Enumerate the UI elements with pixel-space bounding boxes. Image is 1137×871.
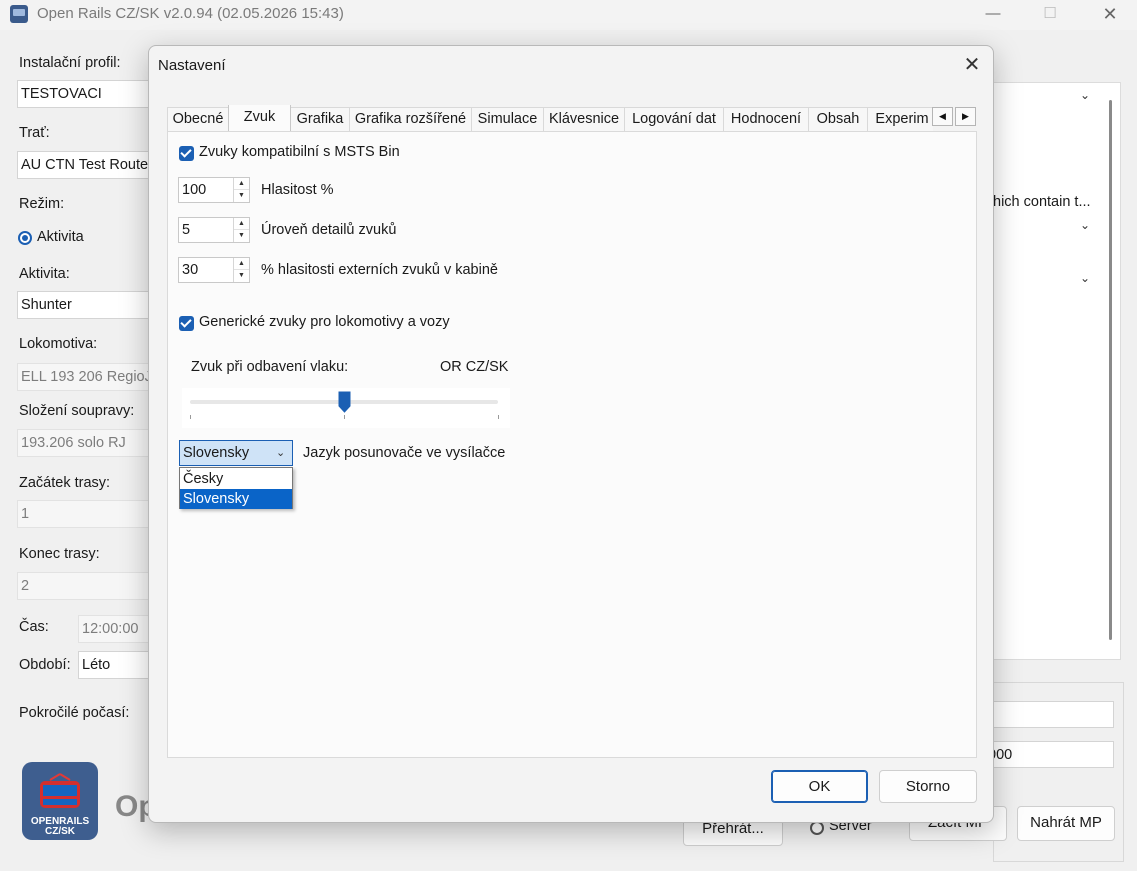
volume-stepper[interactable]: 100 ▲ ▼ — [178, 177, 250, 203]
tab-scroll-right-icon[interactable]: ▶ — [955, 107, 976, 126]
volume-value: 100 — [182, 182, 207, 198]
external-volume-label: % hlasitosti externích zvuků v kabině — [261, 262, 498, 278]
external-volume-value: 30 — [182, 262, 199, 278]
minimize-button[interactable]: — — [970, 2, 1016, 26]
ok-button[interactable]: OK — [771, 770, 868, 803]
spin-up-icon[interactable]: ▲ — [234, 178, 249, 190]
openrails-logo: OPENRAILS CZ/SK — [22, 762, 98, 840]
slider-tick — [190, 415, 191, 419]
msts-bin-label: Zvuky kompatibilní s MSTS Bin — [199, 144, 400, 160]
tab-experimental[interactable]: Experim — [867, 107, 933, 131]
tab-sound[interactable]: Zvuk — [228, 105, 291, 131]
spin-buttons: ▲ ▼ — [233, 218, 249, 242]
spin-down-icon[interactable]: ▼ — [234, 270, 249, 282]
spin-buttons: ▲ ▼ — [233, 258, 249, 282]
detail-value: 5 — [182, 222, 191, 238]
season-label: Období: — [19, 657, 71, 673]
weather-label: Pokročilé počasí: — [19, 705, 130, 721]
route-label: Trať: — [19, 125, 50, 141]
server-radio[interactable] — [810, 821, 824, 835]
slider-thumb[interactable] — [338, 391, 351, 413]
language-selected-value: Slovensky — [183, 445, 250, 461]
dispatch-sound-slider[interactable] — [182, 388, 510, 428]
tab-graphics-advanced[interactable]: Grafika rozšířené — [349, 107, 472, 131]
mp-host-field[interactable]: 000 — [984, 741, 1114, 768]
dispatcher-language-label: Jazyk posunovače ve vysílačce — [303, 445, 506, 461]
close-button[interactable]: ✕ — [1087, 2, 1133, 26]
spin-buttons: ▲ ▼ — [233, 178, 249, 202]
settings-dialog: Nastavení ✕ Obecné Zvuk Grafika Grafika … — [148, 45, 994, 823]
chevron-down-icon[interactable]: ⌄ — [276, 441, 285, 465]
tab-general[interactable]: Obecné — [167, 107, 229, 131]
dispatch-sound-label: Zvuk při odbavení vlaku: — [191, 359, 349, 375]
path-start-combo[interactable]: 1 — [17, 500, 157, 528]
dispatch-sound-value: OR CZ/SK — [440, 359, 509, 375]
mode-label: Režim: — [19, 196, 65, 212]
season-combo[interactable]: Léto — [78, 651, 158, 679]
detail-stepper[interactable]: 5 ▲ ▼ — [178, 217, 250, 243]
consist-label: Složení soupravy: — [19, 403, 135, 419]
language-dropdown-list: Česky Slovensky — [179, 467, 293, 509]
path-end-label: Konec trasy: — [19, 546, 100, 562]
install-profile-combo[interactable]: TESTOVACI — [17, 80, 157, 108]
dispatcher-language-select[interactable]: Slovensky ⌄ — [179, 440, 293, 466]
route-combo[interactable]: AU CTN Test Route — [17, 151, 157, 179]
description-panel — [993, 82, 1121, 660]
description-text: hich contain t... — [993, 194, 1091, 210]
path-end-combo[interactable]: 2 — [17, 572, 157, 600]
mode-activity-label: Aktivita — [37, 229, 84, 245]
install-profile-label: Instalační profil: — [19, 55, 121, 71]
path-start-label: Začátek trasy: — [19, 475, 111, 491]
chevron-down-icon[interactable]: ⌄ — [1080, 271, 1090, 285]
tab-scroll-left-icon[interactable]: ◀ — [932, 107, 953, 126]
sound-tab-page: Zvuky kompatibilní s MSTS Bin 100 ▲ ▼ Hl… — [167, 131, 977, 758]
spin-up-icon[interactable]: ▲ — [234, 258, 249, 270]
msts-bin-checkbox[interactable] — [179, 146, 194, 161]
logo-text: OPENRAILS CZ/SK — [22, 817, 98, 837]
train-icon — [40, 773, 80, 808]
generic-sounds-checkbox[interactable] — [179, 316, 194, 331]
mp-username-field[interactable] — [984, 701, 1114, 728]
slider-tick — [498, 415, 499, 419]
external-volume-stepper[interactable]: 30 ▲ ▼ — [178, 257, 250, 283]
spin-down-icon[interactable]: ▼ — [234, 190, 249, 202]
tab-simulation[interactable]: Simulace — [471, 107, 544, 131]
dialog-title: Nastavení — [158, 57, 226, 74]
tab-graphics[interactable]: Grafika — [290, 107, 350, 131]
spin-down-icon[interactable]: ▼ — [234, 230, 249, 242]
activity-label: Aktivita: — [19, 266, 70, 282]
load-mp-button[interactable]: Nahrát MP — [1017, 806, 1115, 841]
scrollbar[interactable] — [1109, 100, 1112, 640]
language-option-slovak[interactable]: Slovensky — [180, 489, 292, 509]
language-option-czech[interactable]: Česky — [180, 469, 292, 489]
chevron-down-icon[interactable]: ⌄ — [1080, 218, 1090, 232]
spin-up-icon[interactable]: ▲ — [234, 218, 249, 230]
consist-combo[interactable]: 193.206 solo RJ — [17, 429, 157, 457]
dialog-close-button[interactable]: ✕ — [955, 52, 989, 78]
mode-activity-radio[interactable] — [18, 231, 32, 245]
cancel-button[interactable]: Storno — [879, 770, 977, 803]
logo-line2: CZ/SK — [45, 826, 75, 837]
maximize-button[interactable]: ☐ — [1027, 2, 1073, 26]
slider-tick — [344, 415, 345, 419]
activity-combo[interactable]: Shunter — [17, 291, 157, 319]
locomotive-label: Lokomotiva: — [19, 336, 98, 352]
time-label: Čas: — [19, 619, 49, 635]
generic-sounds-label: Generické zvuky pro lokomotivy a vozy — [199, 314, 450, 330]
tab-evaluation[interactable]: Hodnocení — [723, 107, 809, 131]
tab-data-logging[interactable]: Logování dat — [624, 107, 724, 131]
time-combo[interactable]: 12:00:00 — [78, 615, 158, 643]
app-icon — [10, 5, 28, 23]
detail-label: Úroveň detailů zvuků — [261, 222, 397, 238]
tab-strip: Obecné Zvuk Grafika Grafika rozšířené Si… — [167, 105, 933, 131]
locomotive-combo[interactable]: ELL 193 206 RegioJ — [17, 363, 157, 391]
window-title: Open Rails CZ/SK v2.0.94 (02.05.2026 15:… — [37, 5, 344, 22]
tab-keyboard[interactable]: Klávesnice — [543, 107, 625, 131]
volume-label: Hlasitost % — [261, 182, 334, 198]
chevron-down-icon[interactable]: ⌄ — [1080, 88, 1090, 102]
title-bar[interactable]: Open Rails CZ/SK v2.0.94 (02.05.2026 15:… — [0, 0, 1137, 30]
tab-content[interactable]: Obsah — [808, 107, 868, 131]
